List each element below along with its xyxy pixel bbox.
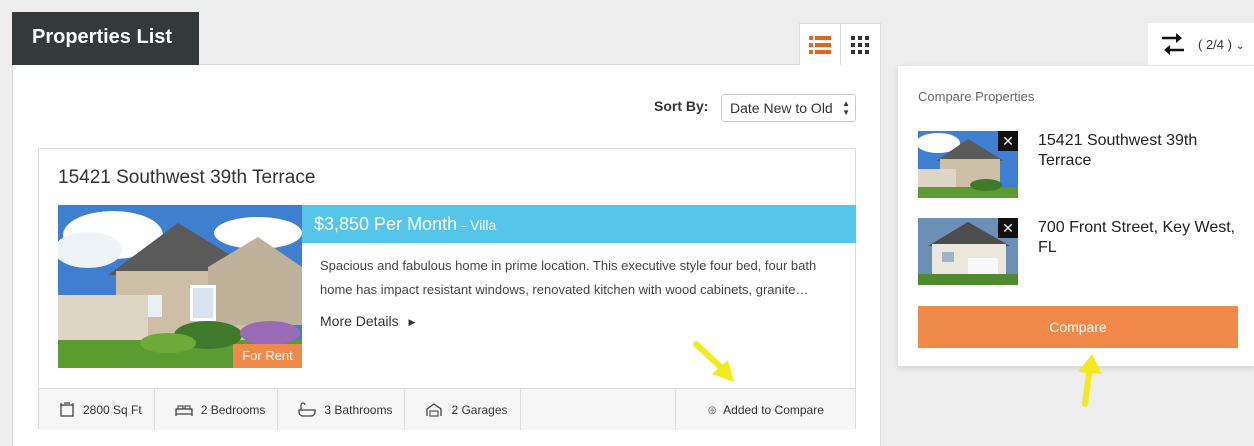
compare-count[interactable]: ( 2/4 ) ⌄ (1198, 37, 1245, 52)
plus-circle-icon: ⊕ (707, 402, 718, 417)
compare-heading: Compare Properties (918, 89, 1035, 104)
sort-select-value: Date New to Old (730, 100, 833, 116)
garage-icon (426, 402, 443, 417)
price-text: $3,850 Per Month (314, 214, 458, 234)
feature-bedrooms: 2 Bedrooms (155, 389, 279, 430)
feature-label: 2 Garages (451, 402, 508, 417)
property-description: Spacious and fabulous home in prime loca… (320, 258, 817, 297)
property-card: 15421 Southwest 39th Terrace For Rent $3… (38, 148, 856, 430)
list-view-button[interactable] (800, 24, 840, 65)
feature-label: 2 Bedrooms (200, 402, 266, 417)
add-to-compare-button[interactable]: ⊕ Added to Compare (675, 389, 855, 430)
grid-view-icon (851, 35, 870, 54)
more-details-link[interactable]: More Details ▶ (320, 313, 415, 329)
compare-item-thumbnail[interactable]: ✕ (918, 218, 1018, 285)
compare-status-label: Added to Compare (723, 402, 824, 417)
compare-panel: Compare Properties ✕ 15421 Southwest 39t… (898, 66, 1254, 366)
compare-item-thumbnail[interactable]: ✕ (918, 131, 1018, 198)
price-bar: $3,850 Per Month - Villa (302, 205, 856, 243)
compare-arrows-icon (1162, 33, 1184, 55)
feature-garages: 2 Garages (405, 389, 521, 430)
property-title[interactable]: 15421 Southwest 39th Terrace (58, 167, 315, 189)
property-photo[interactable]: For Rent (58, 205, 302, 368)
view-toggle (799, 23, 881, 65)
sort-select[interactable]: Date New to Old ▲ ▼ (721, 94, 856, 122)
feature-label: 3 Bathrooms (324, 402, 393, 417)
page-title: Properties List (12, 12, 199, 65)
compare-item-name[interactable]: 700 Front Street, Key West, FL (1038, 218, 1238, 258)
property-type-text: - Villa (461, 217, 497, 233)
bed-icon (175, 404, 193, 416)
feature-label: 2800 Sq Ft (83, 402, 142, 417)
sort-label: Sort By: (654, 98, 709, 114)
for-rent-badge: For Rent (233, 344, 302, 368)
features-bar: 2800 Sq Ft 2 Bedrooms 3 Bathrooms 2 Gara… (39, 388, 855, 430)
bathtub-icon (298, 401, 317, 417)
compare-item-name[interactable]: 15421 Southwest 39th Terrace (1038, 131, 1238, 171)
caret-right-icon: ▶ (408, 317, 416, 327)
feature-bathrooms: 3 Bathrooms (278, 389, 406, 430)
more-details-label: More Details (320, 313, 399, 329)
list-view-icon (808, 35, 831, 54)
compare-button[interactable]: Compare (918, 306, 1238, 348)
chevron-down-icon: ⌄ (1235, 40, 1245, 52)
compare-count-text: ( 2/4 ) (1198, 37, 1232, 52)
area-icon (60, 401, 74, 417)
feature-area: 2800 Sq Ft (39, 389, 155, 430)
remove-compare-item-button[interactable]: ✕ (998, 131, 1018, 151)
grid-view-button[interactable] (839, 24, 881, 65)
remove-compare-item-button[interactable]: ✕ (998, 218, 1018, 238)
select-arrows-icon: ▲ ▼ (842, 99, 850, 117)
